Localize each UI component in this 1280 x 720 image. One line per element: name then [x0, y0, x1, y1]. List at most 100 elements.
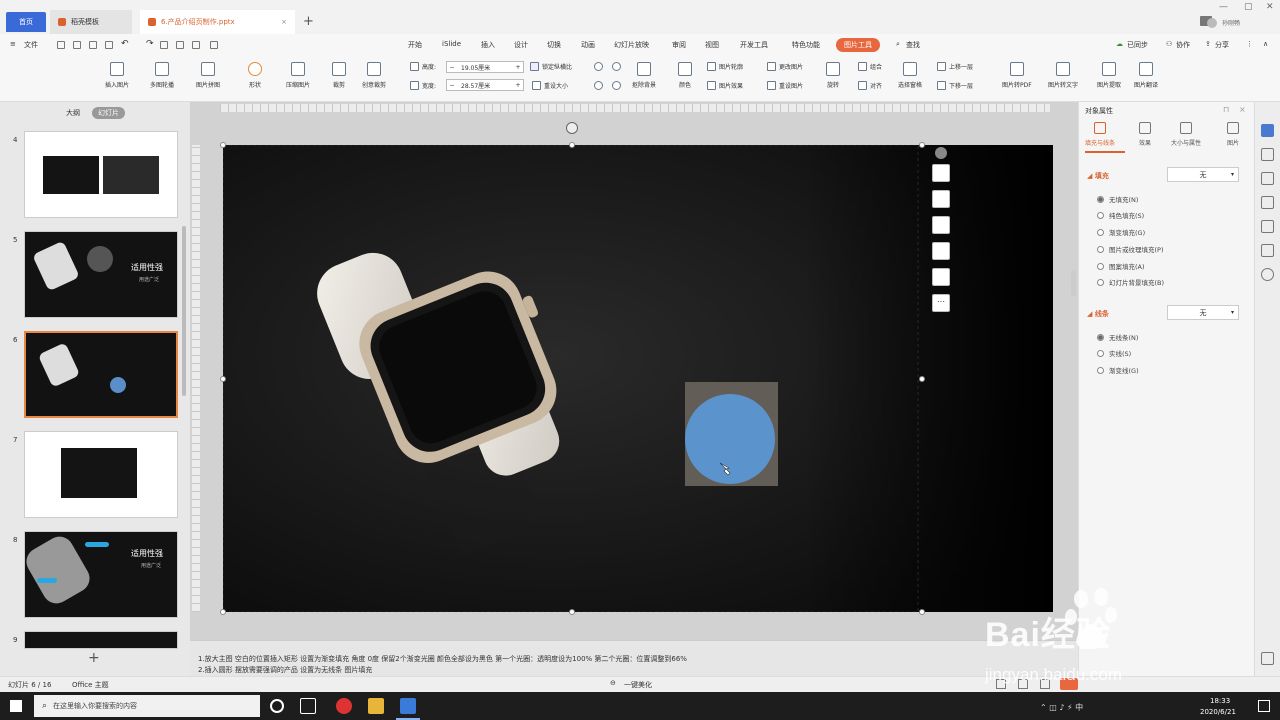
undo-icon[interactable]: ↶	[121, 39, 129, 49]
task-view-icon[interactable]	[300, 698, 316, 714]
menu-animation[interactable]: 动画	[581, 40, 595, 50]
menu-slideshow[interactable]: 幻灯片放映	[614, 40, 649, 50]
notes-pane[interactable]: 1.放大主图 空白的位置插入矩形 设置为渐变填充 角度 0度 保留2个渐变光圈 …	[190, 640, 1078, 676]
reset-size-button[interactable]: 重设大小	[532, 81, 568, 90]
resize-handle-ne[interactable]	[919, 142, 925, 148]
compress-picture-button[interactable]: 压缩图片	[286, 62, 310, 89]
resize-handle-se[interactable]	[919, 609, 925, 615]
file-explorer-icon[interactable]	[368, 698, 384, 714]
template-icon[interactable]	[1261, 244, 1274, 257]
tab-outline[interactable]: 大纲	[66, 108, 80, 118]
grid-icon[interactable]	[1261, 652, 1274, 665]
rotate-button[interactable]: 旋转	[826, 62, 840, 89]
fill-option-picture[interactable]: 图片或纹理填充(P)	[1097, 244, 1164, 254]
line-option-gradient[interactable]: 渐变线(G)	[1097, 365, 1139, 375]
qa-extra3-icon[interactable]	[192, 41, 200, 49]
multi-pic-carousel-button[interactable]: 多图轮播	[150, 62, 174, 89]
more-tools-icon[interactable]: ⋯	[932, 294, 950, 312]
lock-ratio-checkbox[interactable]: 锁定纵横比	[530, 62, 572, 71]
collapse-ribbon-icon[interactable]: ∧	[1263, 40, 1268, 48]
print-preview-icon[interactable]	[73, 41, 81, 49]
remove-bg-tool-icon[interactable]	[932, 268, 950, 286]
close-panel-icon[interactable]: ×	[1239, 105, 1246, 114]
new-tab-button[interactable]: +	[303, 14, 314, 29]
resize-handle-e[interactable]	[919, 376, 925, 382]
notification-icon[interactable]	[1258, 700, 1270, 712]
fill-option-gradient[interactable]: 渐变填充(G)	[1097, 227, 1145, 237]
remove-background-button[interactable]: 抠除背景	[632, 62, 656, 89]
pic-collage-button[interactable]: 图片拼图	[196, 62, 220, 89]
add-slide-button[interactable]: +	[88, 650, 100, 666]
panel-resize-handle[interactable]	[1071, 270, 1076, 296]
more-menu-icon[interactable]: ⋮	[1246, 40, 1253, 48]
system-tray-icons[interactable]: ⌃ ◫ ♪ ⚡ 中	[1040, 702, 1083, 713]
slide-thumb-9[interactable]	[24, 631, 178, 649]
slide-thumb-8[interactable]: 适用性强 用途广泛	[24, 531, 178, 618]
adjust-1-icon[interactable]	[594, 62, 606, 71]
slide-thumb-7[interactable]	[24, 431, 178, 518]
insert-picture-button[interactable]: 插入图片	[105, 62, 129, 89]
menu-developer[interactable]: 开发工具	[740, 40, 768, 50]
search-icon[interactable]: ⌕	[896, 40, 900, 49]
windows-start-icon[interactable]	[10, 700, 22, 712]
group-button[interactable]: 组合	[858, 62, 882, 71]
line-option-none[interactable]: 无线条(N)	[1097, 332, 1138, 342]
copy-icon[interactable]	[1261, 172, 1274, 185]
menu-file[interactable]: 文件	[24, 40, 38, 50]
picture-to-pdf-button[interactable]: 图片转PDF	[1002, 62, 1032, 89]
resize-handle-sw[interactable]	[220, 609, 226, 615]
hamburger-icon[interactable]: ≡	[10, 40, 16, 48]
zoom-icon[interactable]	[932, 190, 950, 208]
image-icon[interactable]	[1261, 196, 1274, 209]
shape-button[interactable]: 形状	[248, 62, 262, 89]
menu-start[interactable]: 开始	[408, 40, 422, 50]
align-button[interactable]: 对齐	[858, 81, 882, 90]
tab-size-properties[interactable]: 大小与属性	[1171, 122, 1201, 147]
line-option-solid[interactable]: 实线(S)	[1097, 348, 1131, 358]
line-section-header[interactable]: ◢ 线条	[1087, 309, 1109, 319]
change-picture-button[interactable]: 更改图片	[767, 62, 803, 71]
minimize-icon[interactable]: —	[1219, 2, 1228, 12]
close-window-icon[interactable]: ✕	[1266, 2, 1274, 12]
print-icon[interactable]	[89, 41, 97, 49]
reset-picture-button[interactable]: 重设图片	[767, 81, 803, 90]
rotate-handle-icon[interactable]	[566, 122, 578, 134]
picture-extract-button[interactable]: 图片提取	[1097, 62, 1121, 89]
star-icon[interactable]	[1261, 148, 1274, 161]
qa-extra2-icon[interactable]	[176, 41, 184, 49]
bring-forward-button[interactable]: 上移一层	[937, 62, 973, 71]
fill-option-none[interactable]: 无填充(N)	[1097, 194, 1138, 204]
line-dropdown[interactable]: 无 ▾	[1167, 305, 1239, 320]
height-spinner[interactable]: −19.05厘米 +	[446, 61, 524, 73]
crop-tool-icon[interactable]	[932, 216, 950, 234]
tab-effects[interactable]: 效果	[1139, 122, 1151, 147]
maximize-icon[interactable]: ▢	[1244, 2, 1253, 12]
tab-slides[interactable]: 幻灯片	[92, 107, 125, 119]
picture-fill-icon[interactable]	[932, 242, 950, 260]
crop-button[interactable]: 裁剪	[332, 62, 346, 89]
sync-status[interactable]: 已同步	[1127, 40, 1148, 50]
tab-picture[interactable]: 图片	[1227, 122, 1239, 147]
fill-section-header[interactable]: ◢ 填充	[1087, 171, 1109, 181]
slide-thumb-6-selected[interactable]	[24, 331, 178, 418]
fill-dropdown[interactable]: 无 ▾	[1167, 167, 1239, 182]
collab-button[interactable]: 协作	[1176, 40, 1190, 50]
tab-template[interactable]: 稻壳模板	[50, 10, 132, 34]
layers-icon[interactable]	[932, 164, 950, 182]
redo-icon[interactable]: ↷	[146, 39, 154, 49]
fill-option-solid[interactable]: 纯色填充(S)	[1097, 210, 1144, 220]
menu-design[interactable]: 设计	[514, 40, 528, 50]
picture-effect-button[interactable]: 图片效果	[707, 81, 743, 90]
send-backward-button[interactable]: 下移一层	[937, 81, 973, 90]
tab-home[interactable]: 首页	[6, 12, 46, 32]
properties-icon[interactable]	[1261, 124, 1274, 137]
collapse-float-toolbar-icon[interactable]	[935, 147, 947, 159]
width-decrement[interactable]: −	[447, 82, 457, 89]
menu-islide[interactable]: iSlide	[442, 40, 461, 48]
clock-time[interactable]: 18:33	[1210, 697, 1230, 705]
picture-to-text-button[interactable]: 图片转文字	[1048, 62, 1078, 89]
fill-option-slide-bg[interactable]: 幻灯片背景填充(B)	[1097, 277, 1164, 287]
width-spinner[interactable]: −28.57厘米 +	[446, 79, 524, 91]
share-button[interactable]: 分享	[1215, 40, 1229, 50]
select-pane-button[interactable]: 选择窗格	[898, 62, 922, 89]
